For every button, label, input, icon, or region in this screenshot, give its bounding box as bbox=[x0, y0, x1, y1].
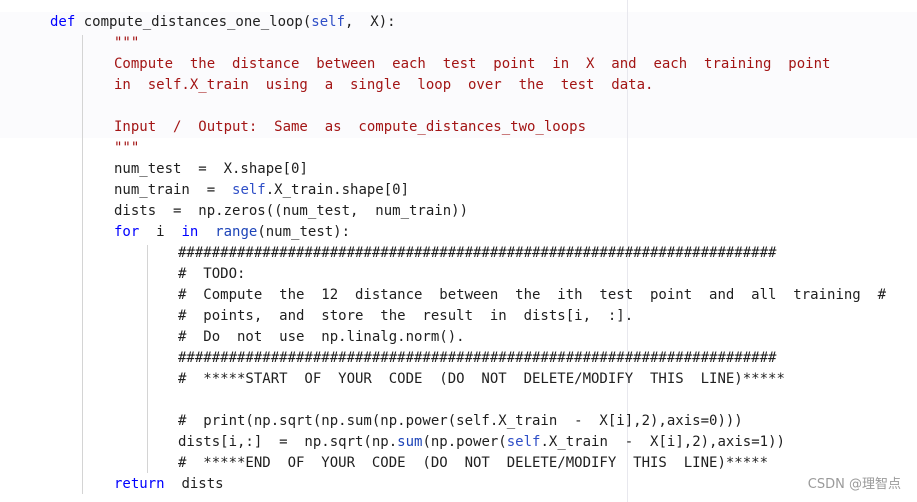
code-token: num_train = bbox=[114, 182, 233, 198]
code-line[interactable]: dists = np.zeros((num_test, num_train)) bbox=[114, 201, 468, 222]
indent-guide bbox=[82, 35, 83, 494]
code-token: sum bbox=[397, 434, 423, 450]
code-token: self bbox=[506, 434, 541, 450]
code-token: # Do not use np.linalg.norm(). bbox=[178, 329, 465, 345]
code-token: i bbox=[147, 224, 182, 240]
code-token: ] bbox=[299, 161, 308, 177]
code-line[interactable]: num_train = self.X_train.shape[0] bbox=[114, 180, 409, 201]
code-editor[interactable]: def compute_distances_one_loop(self, X):… bbox=[0, 0, 917, 502]
code-token: in bbox=[181, 224, 207, 240]
code-token: """ bbox=[114, 140, 140, 156]
indent-guide bbox=[147, 245, 148, 473]
code-line[interactable]: def compute_distances_one_loop(self, X): bbox=[50, 12, 396, 33]
code-line[interactable]: Compute the distance between each test p… bbox=[114, 54, 830, 75]
code-token: for bbox=[114, 224, 148, 240]
code-line[interactable]: # points, and store the result in dists[… bbox=[178, 306, 633, 327]
code-token: (np.power( bbox=[422, 434, 507, 450]
code-token: .X_train.shape[ bbox=[265, 182, 393, 198]
code-token: dists bbox=[173, 476, 224, 492]
code-token: # *****END OF YOUR CODE (DO NOT DELETE/M… bbox=[178, 455, 769, 471]
code-line[interactable]: # Do not use np.linalg.norm(). bbox=[178, 327, 465, 348]
code-line[interactable]: num_test = X.shape[0] bbox=[114, 159, 308, 180]
code-token: 2 bbox=[692, 434, 701, 450]
code-token: Compute the distance between each test p… bbox=[114, 56, 831, 72]
code-line[interactable]: # print(np.sqrt(np.sum(np.power(self.X_t… bbox=[178, 411, 743, 432]
code-token: dists[i,:] = np.sqrt(np. bbox=[178, 434, 398, 450]
code-token: def bbox=[50, 14, 84, 30]
code-token: .X_train - X[i], bbox=[540, 434, 693, 450]
code-token: 0 bbox=[392, 182, 401, 198]
code-line[interactable]: # TODO: bbox=[178, 264, 245, 285]
code-token: # TODO: bbox=[178, 266, 246, 282]
code-line[interactable]: ########################################… bbox=[178, 348, 776, 369]
code-line[interactable]: ########################################… bbox=[178, 243, 776, 264]
code-token: """ bbox=[114, 35, 140, 51]
code-token: num_test = X.shape[ bbox=[114, 161, 292, 177]
code-token: return bbox=[114, 476, 174, 492]
code-token: ########################################… bbox=[178, 245, 777, 261]
code-token: # points, and store the result in dists[… bbox=[178, 308, 634, 324]
code-line[interactable]: """ bbox=[114, 33, 139, 54]
code-line[interactable]: in self.X_train using a single loop over… bbox=[114, 75, 653, 96]
code-token: # Compute the 12 distance between the it… bbox=[178, 287, 887, 303]
code-token: self bbox=[232, 182, 266, 198]
code-line[interactable]: dists[i,:] = np.sqrt(np.sum(np.power(sel… bbox=[178, 432, 785, 453]
code-line[interactable]: Input / Output: Same as compute_distance… bbox=[114, 117, 586, 138]
code-line[interactable]: # *****END OF YOUR CODE (DO NOT DELETE/M… bbox=[178, 453, 768, 474]
code-token: ########################################… bbox=[178, 350, 777, 366]
editor-background-band bbox=[0, 0, 917, 12]
code-token: (num_test): bbox=[257, 224, 351, 240]
code-line[interactable]: for i in range(num_test): bbox=[114, 222, 350, 243]
code-token: 1 bbox=[759, 434, 769, 450]
code-line[interactable]: """ bbox=[114, 138, 139, 159]
code-line[interactable]: # *****START OF YOUR CODE (DO NOT DELETE… bbox=[178, 369, 785, 390]
code-token: ),axis= bbox=[700, 434, 760, 450]
code-token: compute_distances_one_loop( bbox=[83, 14, 312, 30]
code-token: )) bbox=[768, 434, 785, 450]
code-token: dists = np.zeros((num_test, num_train)) bbox=[114, 203, 469, 219]
code-token: in self.X_train using a single loop over… bbox=[114, 77, 654, 93]
code-line[interactable]: # Compute the 12 distance between the it… bbox=[178, 285, 886, 306]
code-token: ] bbox=[400, 182, 410, 198]
code-token: range bbox=[215, 224, 258, 240]
code-token: , X): bbox=[345, 14, 396, 30]
code-token: # print(np.sqrt(np.sum(np.power(self.X_t… bbox=[178, 413, 743, 429]
code-token: # *****START OF YOUR CODE (DO NOT DELETE… bbox=[178, 371, 785, 387]
code-token: self bbox=[311, 14, 346, 30]
code-line[interactable]: return dists bbox=[114, 474, 224, 495]
watermark: CSDN @理智点 bbox=[807, 477, 901, 492]
code-token: Input / Output: Same as compute_distance… bbox=[114, 119, 587, 135]
